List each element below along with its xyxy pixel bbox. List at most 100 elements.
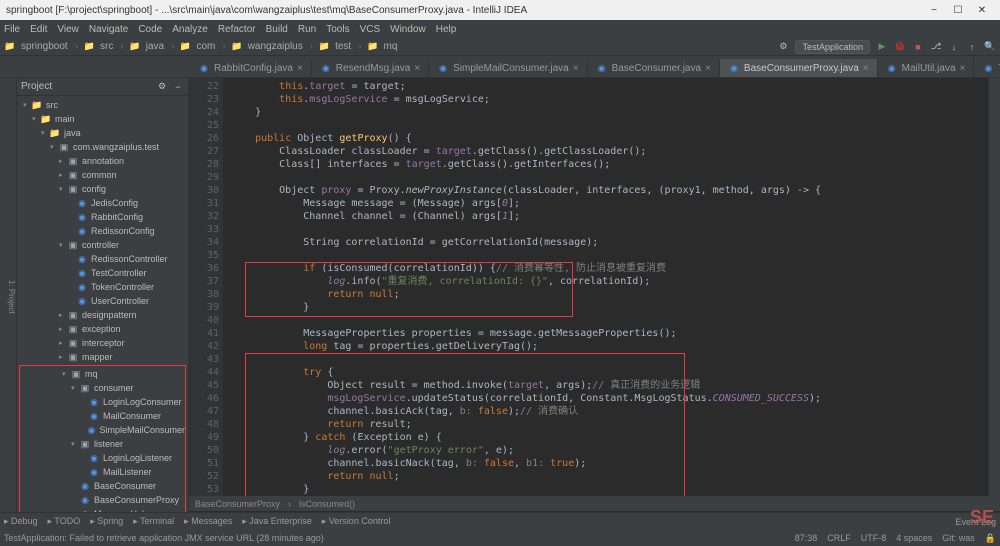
- menu-analyze[interactable]: Analyze: [172, 24, 208, 35]
- breadcrumb-item[interactable]: src: [98, 41, 115, 52]
- editor-breadcrumb-item[interactable]: BaseConsumerProxy: [195, 499, 280, 509]
- editor-tab[interactable]: ◉MailUtil.java×: [878, 59, 975, 77]
- close-button[interactable]: ✕: [970, 5, 994, 16]
- bottom-tool-debug[interactable]: ▸ Debug: [4, 516, 38, 527]
- tree-item[interactable]: ▾📁src: [17, 98, 188, 112]
- line-separator[interactable]: CRLF: [827, 533, 851, 544]
- menu-run[interactable]: Run: [298, 24, 316, 35]
- tree-item[interactable]: ◉MessageHelper: [20, 507, 185, 512]
- menu-code[interactable]: Code: [138, 24, 162, 35]
- minimize-button[interactable]: −: [922, 5, 946, 16]
- code-editor[interactable]: 2223242526272829303132333435363738394041…: [189, 78, 1000, 496]
- hammer-icon[interactable]: ⚙: [777, 41, 789, 53]
- menu-vcs[interactable]: VCS: [360, 24, 381, 35]
- tree-item[interactable]: ▾📁java: [17, 126, 188, 140]
- tree-arrow-icon[interactable]: ▸: [59, 171, 67, 179]
- tree-item[interactable]: ▾▣config: [17, 182, 188, 196]
- tree-arrow-icon[interactable]: ▸: [59, 311, 67, 319]
- tree-item[interactable]: ▸▣mapper: [17, 350, 188, 364]
- tree-item[interactable]: ◉BaseConsumer: [20, 479, 185, 493]
- editor-tab[interactable]: ◉ResendMsg.java×: [312, 59, 429, 77]
- tree-item[interactable]: ▾▣mq: [20, 367, 185, 381]
- tree-arrow-icon[interactable]: ▾: [41, 129, 49, 137]
- git-push-icon[interactable]: ↑: [966, 41, 978, 53]
- close-icon[interactable]: ×: [960, 63, 966, 74]
- close-icon[interactable]: ×: [863, 63, 869, 74]
- left-tool-stripe[interactable]: 1: Project: [0, 78, 17, 512]
- breadcrumb-item[interactable]: springboot: [19, 41, 70, 52]
- tree-item[interactable]: ▸▣interceptor: [17, 336, 188, 350]
- close-icon[interactable]: ×: [297, 63, 303, 74]
- close-icon[interactable]: ×: [573, 63, 579, 74]
- project-tool-tab[interactable]: 1: Project: [7, 280, 16, 314]
- tree-arrow-icon[interactable]: ▸: [59, 339, 67, 347]
- breadcrumb-item[interactable]: mq: [382, 41, 400, 52]
- breadcrumb-item[interactable]: test: [333, 41, 353, 52]
- collapse-icon[interactable]: −: [172, 81, 184, 93]
- tree-item[interactable]: ▾📁main: [17, 112, 188, 126]
- close-icon[interactable]: ×: [414, 63, 420, 74]
- git-branch[interactable]: Git: was: [942, 533, 975, 544]
- tree-item[interactable]: ▸▣annotation: [17, 154, 188, 168]
- tree-item[interactable]: ◉UserController: [17, 294, 188, 308]
- tree-item[interactable]: ◉TokenController: [17, 280, 188, 294]
- encoding[interactable]: UTF-8: [861, 533, 887, 544]
- editor-tab[interactable]: ◉BaseConsumer.java×: [588, 59, 720, 77]
- maximize-button[interactable]: ☐: [946, 5, 970, 16]
- tree-item[interactable]: ◉RabbitConfig: [17, 210, 188, 224]
- menu-window[interactable]: Window: [390, 24, 426, 35]
- tree-item[interactable]: ◉RedissonConfig: [17, 224, 188, 238]
- error-stripe[interactable]: [988, 78, 1000, 496]
- tree-arrow-icon[interactable]: ▸: [59, 325, 67, 333]
- editor-tab[interactable]: ◉SimpleMailConsumer.java×: [429, 59, 587, 77]
- bottom-tool-terminal[interactable]: ▸ Terminal: [133, 516, 174, 527]
- tree-item[interactable]: ▾▣consumer: [20, 381, 185, 395]
- breadcrumb-item[interactable]: com: [194, 41, 217, 52]
- editor-tab[interactable]: ◉TestServiceImpl.java×: [974, 59, 1000, 77]
- menu-edit[interactable]: Edit: [30, 24, 47, 35]
- menu-navigate[interactable]: Navigate: [89, 24, 128, 35]
- tree-item[interactable]: ▸▣common: [17, 168, 188, 182]
- tree-item[interactable]: ▾▣controller: [17, 238, 188, 252]
- bottom-tool-messages[interactable]: ▸ Messages: [184, 516, 232, 527]
- bottom-tool-todo[interactable]: ▸ TODO: [48, 516, 81, 527]
- editor-breadcrumb-item[interactable]: isConsumed(): [299, 499, 355, 509]
- tree-arrow-icon[interactable]: ▾: [62, 370, 70, 378]
- bottom-tool-version-control[interactable]: ▸ Version Control: [322, 516, 391, 527]
- run-icon[interactable]: ▶: [876, 41, 888, 53]
- tree-arrow-icon[interactable]: ▾: [59, 185, 67, 193]
- tree-arrow-icon[interactable]: ▾: [50, 143, 58, 151]
- menu-view[interactable]: View: [57, 24, 79, 35]
- breadcrumb-item[interactable]: java: [144, 41, 166, 52]
- tree-arrow-icon[interactable]: ▾: [59, 241, 67, 249]
- tree-item[interactable]: ◉RedissonController: [17, 252, 188, 266]
- git-branch-icon[interactable]: ⎇: [930, 41, 942, 53]
- code-area[interactable]: this.target = target; this.msgLogService…: [223, 78, 988, 496]
- breadcrumb-item[interactable]: wangzaiplus: [246, 41, 305, 52]
- gear-icon[interactable]: ⚙: [156, 81, 168, 93]
- tree-item[interactable]: ▾▣listener: [20, 437, 185, 451]
- stop-icon[interactable]: ■: [912, 41, 924, 53]
- tree-item[interactable]: ◉SimpleMailConsumer: [20, 423, 185, 437]
- lock-icon[interactable]: 🔒: [985, 533, 996, 544]
- menu-help[interactable]: Help: [436, 24, 457, 35]
- editor-tab[interactable]: ◉RabbitConfig.java×: [190, 59, 312, 77]
- menu-file[interactable]: File: [4, 24, 20, 35]
- git-pull-icon[interactable]: ↓: [948, 41, 960, 53]
- tree-item[interactable]: ◉JedisConfig: [17, 196, 188, 210]
- tree-item[interactable]: ▸▣designpattern: [17, 308, 188, 322]
- menu-build[interactable]: Build: [266, 24, 288, 35]
- editor-tab[interactable]: ◉BaseConsumerProxy.java×: [720, 59, 878, 77]
- tree-arrow-icon[interactable]: ▸: [59, 157, 67, 165]
- bottom-tool-java-enterprise[interactable]: ▸ Java Enterprise: [242, 516, 312, 527]
- search-icon[interactable]: 🔍: [984, 41, 996, 53]
- close-icon[interactable]: ×: [705, 63, 711, 74]
- tree-arrow-icon[interactable]: ▾: [23, 101, 31, 109]
- tree-arrow-icon[interactable]: ▾: [71, 440, 79, 448]
- run-config-selector[interactable]: TestApplication: [795, 40, 870, 54]
- bottom-tool-spring[interactable]: ▸ Spring: [90, 516, 123, 527]
- tree-item[interactable]: ◉LoginLogListener: [20, 451, 185, 465]
- tree-arrow-icon[interactable]: ▾: [71, 384, 79, 392]
- tree-item[interactable]: ▾▣com.wangzaiplus.test: [17, 140, 188, 154]
- tree-item[interactable]: ◉BaseConsumerProxy: [20, 493, 185, 507]
